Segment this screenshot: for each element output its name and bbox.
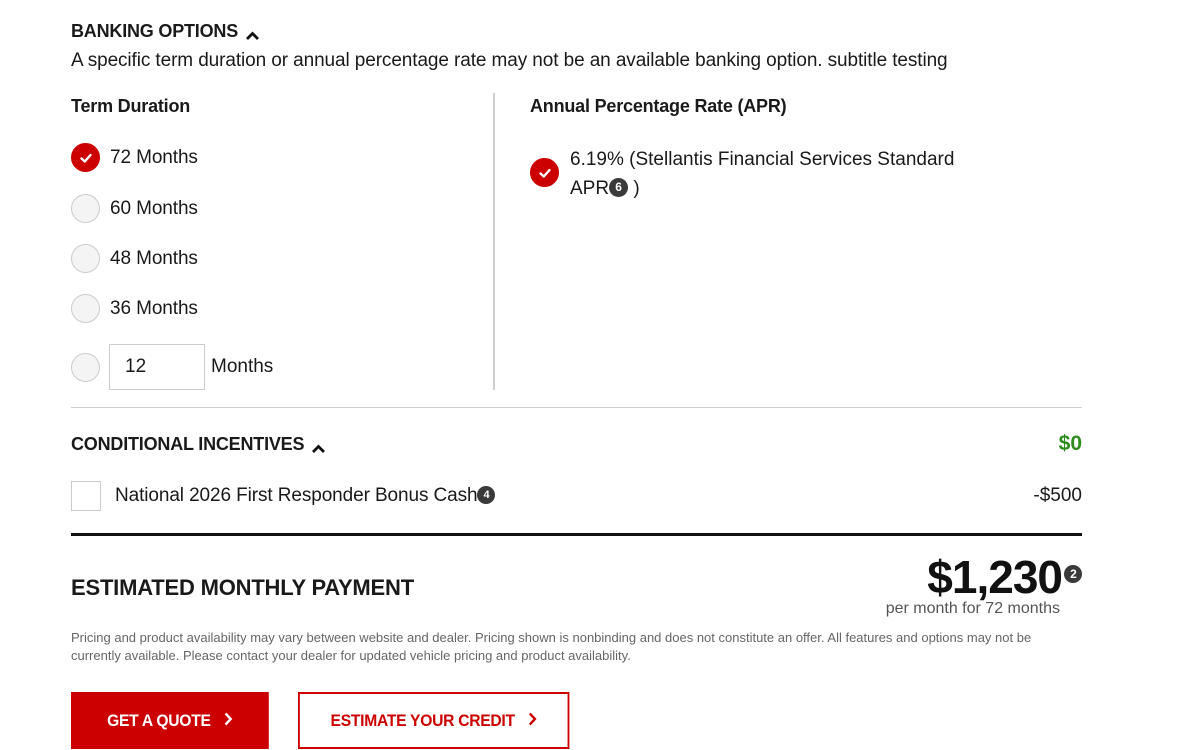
radio-circle-icon: [71, 294, 100, 323]
chevron-up-icon: [245, 26, 260, 40]
term-option-label: 36 Months: [110, 297, 198, 319]
chevron-up-icon: [311, 439, 326, 453]
incentive-item[interactable]: National 2026 First Responder Bonus Cash…: [71, 481, 496, 511]
conditional-incentives-title: CONDITIONAL INCENTIVES: [71, 434, 305, 454]
estimated-payment-amount: $1,230: [927, 551, 1063, 603]
term-option-72[interactable]: 72 Months: [71, 143, 198, 172]
custom-term-suffix: Months: [211, 356, 274, 377]
estimate-title: ESTIMATED MONTHLY PAYMENT: [71, 575, 414, 600]
banking-options-title: BANKING OPTIONS: [71, 21, 239, 41]
checkmark-icon: [530, 158, 559, 187]
conditional-incentives-toggle[interactable]: CONDITIONAL INCENTIVES: [71, 434, 326, 455]
column-divider: [493, 93, 495, 390]
term-option-custom[interactable]: Months: [71, 344, 273, 390]
radio-circle-icon: [71, 194, 100, 223]
info-badge[interactable]: 2: [1064, 565, 1082, 583]
term-option-60[interactable]: 60 Months: [71, 194, 198, 223]
term-option-36[interactable]: 36 Months: [71, 294, 198, 323]
pricing-disclaimer: Pricing and product availability may var…: [71, 630, 1032, 663]
estimate-credit-button[interactable]: ESTIMATE YOUR CREDIT: [298, 692, 570, 749]
get-a-quote-label: GET A QUOTE: [107, 710, 211, 730]
info-badge[interactable]: 6: [609, 178, 629, 198]
custom-term-input[interactable]: [109, 344, 205, 390]
banking-subtitle: A specific term duration or annual perce…: [71, 50, 948, 71]
term-option-label: 48 Months: [110, 247, 198, 269]
chevron-right-icon: [528, 711, 537, 731]
radio-circle-icon[interactable]: [71, 352, 100, 382]
apr-title: Annual Percentage Rate (APR): [530, 96, 787, 116]
apr-option-close: ): [628, 178, 640, 199]
term-duration-title: Term Duration: [71, 96, 191, 116]
incentive-checkbox[interactable]: [71, 481, 101, 511]
incentive-label-text: National 2026 First Responder Bonus Cash: [115, 485, 478, 506]
section-divider: [71, 407, 1082, 408]
term-option-label: 72 Months: [110, 146, 198, 168]
checkmark-icon: [71, 143, 100, 172]
radio-circle-icon: [71, 244, 100, 273]
incentive-label: National 2026 First Responder Bonus Cash…: [115, 485, 496, 507]
apr-option[interactable]: 6.19% (Stellantis Financial Services Sta…: [530, 145, 990, 203]
chevron-right-icon: [224, 711, 233, 731]
apr-option-label: 6.19% (Stellantis Financial Services Sta…: [570, 145, 990, 203]
estimated-payment: $1,230 2: [927, 551, 1082, 603]
incentives-total: $0: [1058, 432, 1082, 455]
term-option-48[interactable]: 48 Months: [71, 244, 198, 273]
estimate-credit-label: ESTIMATE YOUR CREDIT: [330, 710, 515, 730]
term-option-label: 60 Months: [110, 197, 198, 219]
banking-options-toggle[interactable]: BANKING OPTIONS: [71, 21, 260, 42]
estimate-divider: [71, 533, 1082, 536]
estimate-subtext: per month for 72 months: [885, 600, 1060, 617]
incentive-amount: -$500: [1033, 485, 1082, 506]
get-a-quote-button[interactable]: GET A QUOTE: [71, 692, 269, 749]
info-badge[interactable]: 4: [477, 485, 496, 504]
